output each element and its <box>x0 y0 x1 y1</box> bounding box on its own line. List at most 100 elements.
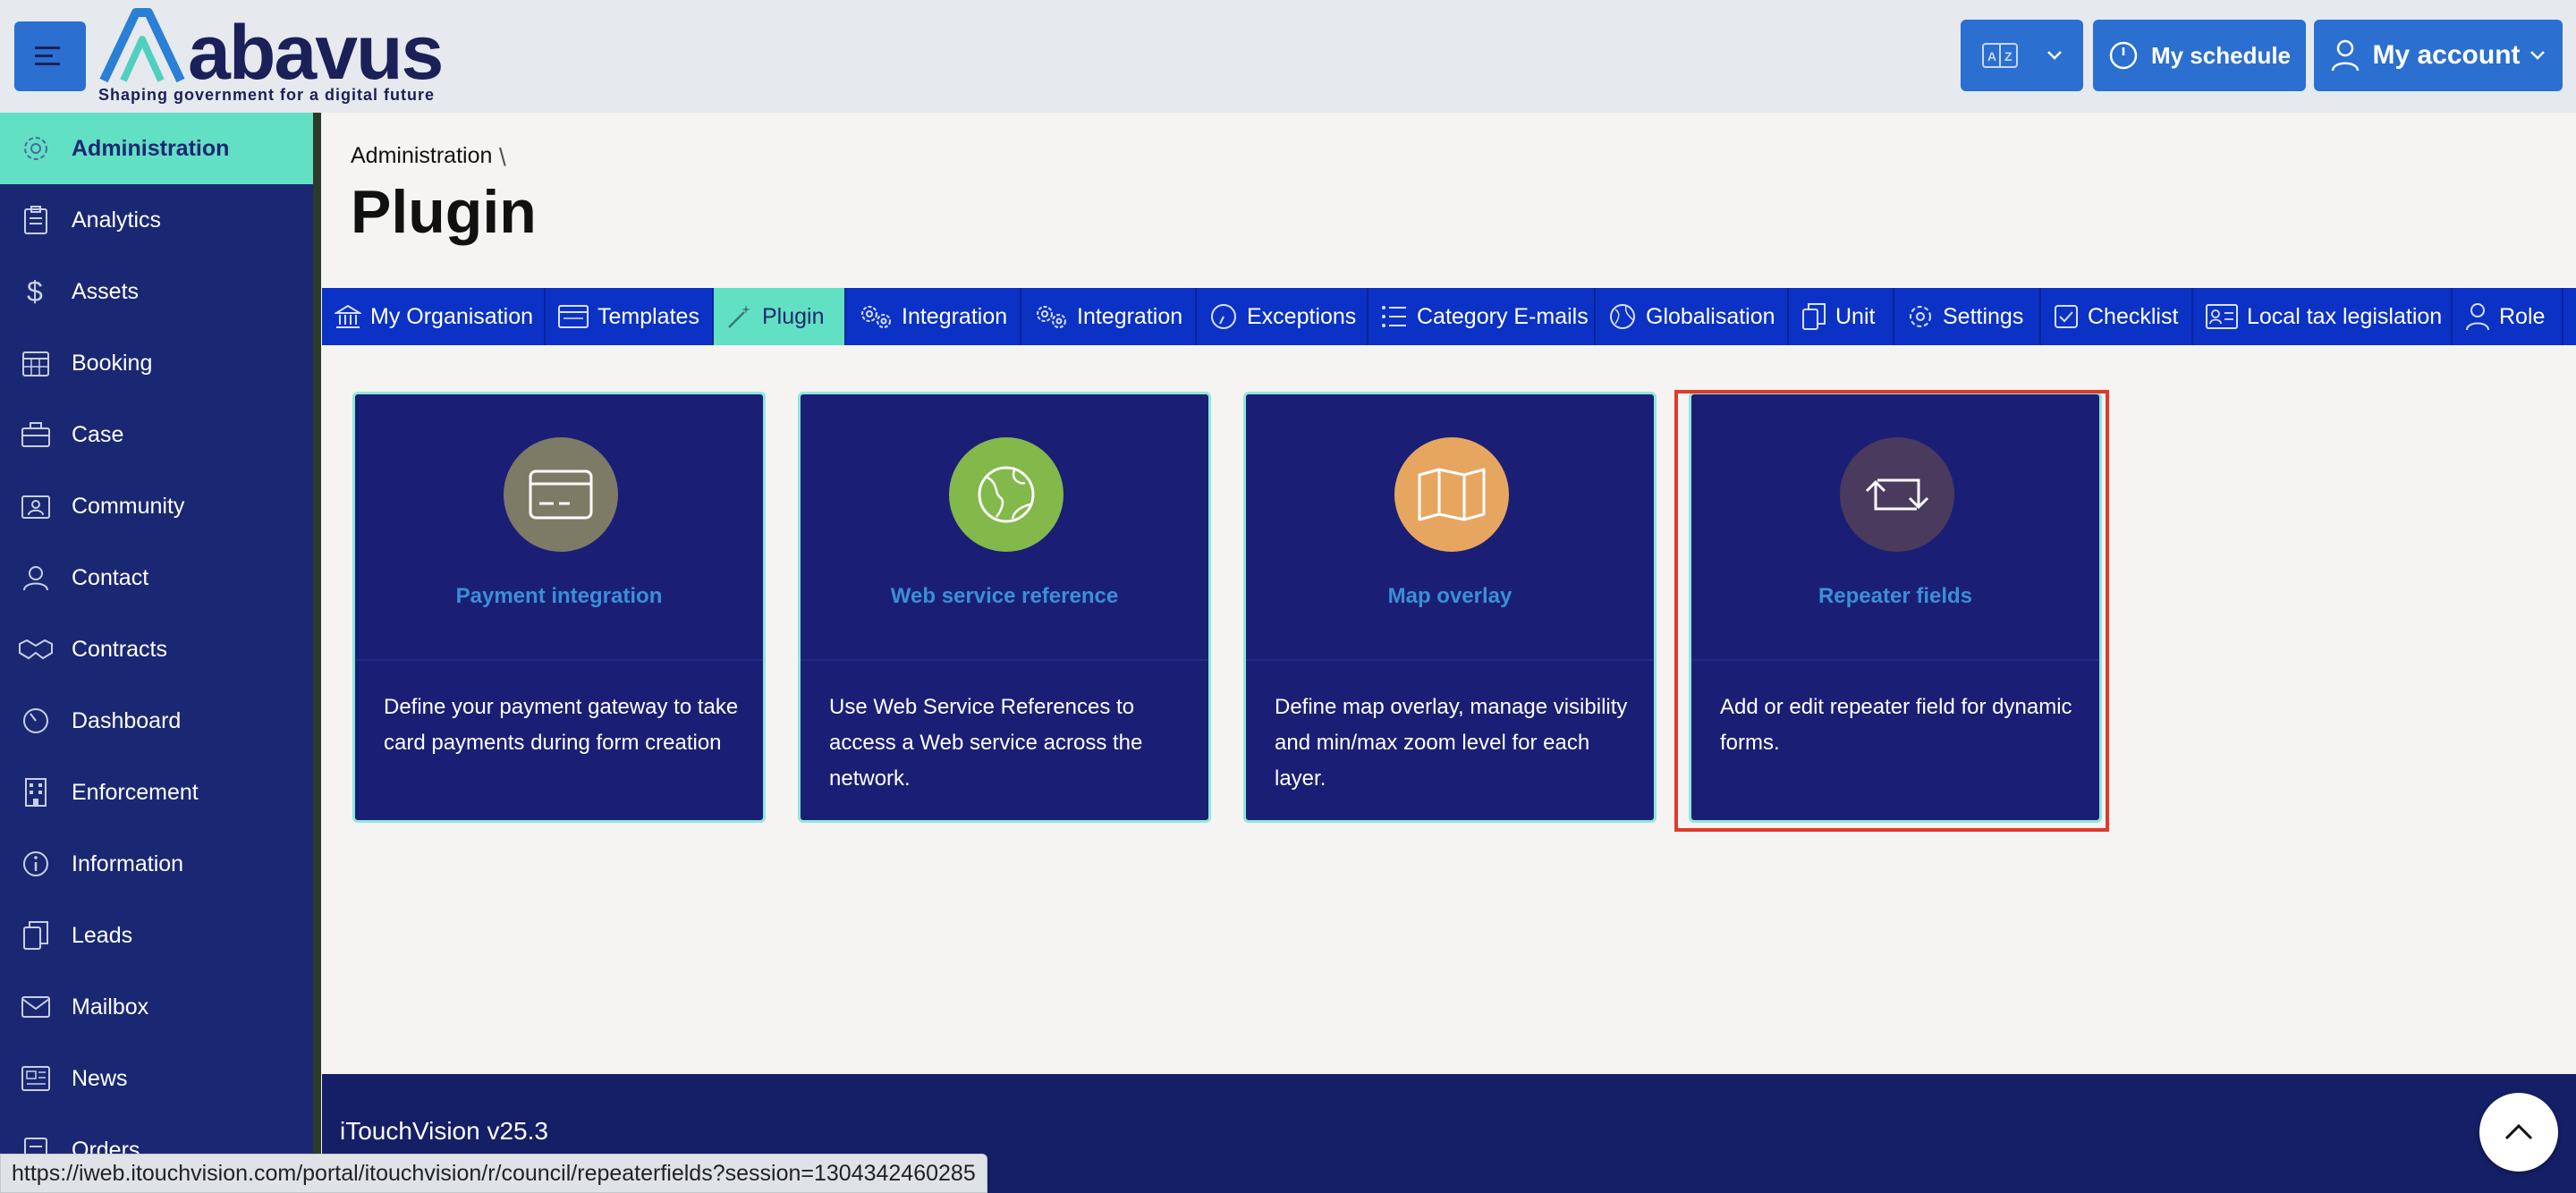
building-icon <box>25 778 47 807</box>
sidebar-item-enforcement[interactable]: Enforcement <box>0 757 313 828</box>
plugin-card-web-service-reference[interactable]: Web service reference Use Web Service Re… <box>798 392 1211 823</box>
tab-label: Role <box>2499 303 2546 329</box>
card-icon-circle <box>1394 437 1509 552</box>
sidebar-item-label: Mailbox <box>72 994 149 1020</box>
tab-local-tax-legislation[interactable]: Local tax legislation <box>2193 288 2453 345</box>
tab-integration-1[interactable]: Integration <box>846 288 1021 345</box>
card-title[interactable]: Map overlay <box>1246 584 1654 609</box>
abavus-logo[interactable]: abavus Shaping government for a digital … <box>97 4 472 109</box>
my-account-label: My account <box>2372 40 2521 70</box>
chevron-up-icon <box>2504 1123 2533 1140</box>
template-icon <box>558 305 589 328</box>
user-icon <box>2466 303 2489 331</box>
tab-plugin[interactable]: Plugin <box>714 288 846 345</box>
language-select-button[interactable]: AZ <box>1961 20 2083 91</box>
card-icon-circle <box>504 437 618 552</box>
sidebar-item-case[interactable]: Case <box>0 399 313 470</box>
sidebar-item-label: Contact <box>72 564 149 590</box>
calendar-icon <box>22 351 49 377</box>
globe-icon <box>978 466 1035 523</box>
gear-icon <box>1910 306 1931 327</box>
mail-icon <box>21 996 50 1018</box>
tab-label: Plugin <box>762 303 825 329</box>
sidebar-item-assets[interactable]: $ Assets <box>0 256 313 327</box>
gauge-icon <box>23 708 48 733</box>
list-icon <box>1382 306 1406 327</box>
gears-icon <box>861 306 891 328</box>
map-icon <box>1418 468 1486 521</box>
scroll-to-top-button[interactable] <box>2479 1093 2558 1172</box>
svg-text:$: $ <box>27 276 43 307</box>
tab-label: Local tax legislation <box>2247 303 2443 329</box>
card-divider <box>355 659 763 661</box>
sidebar-item-news[interactable]: News <box>0 1043 313 1114</box>
sidebar-item-label: Enforcement <box>72 779 199 805</box>
card-title[interactable]: Payment integration <box>355 584 763 609</box>
chevron-down-icon <box>2529 51 2545 60</box>
sidebar-scrollbar[interactable] <box>313 113 321 1193</box>
tab-my-organisation[interactable]: My Organisation <box>322 288 546 345</box>
tab-category-emails[interactable]: Category E-mails <box>1368 288 1596 345</box>
menu-toggle-button[interactable] <box>14 21 86 91</box>
tab-integration-2[interactable]: Integration <box>1021 288 1197 345</box>
tab-role[interactable]: Role <box>2453 288 2563 345</box>
sidebar-item-community[interactable]: Community <box>0 470 313 542</box>
card-description: Define your payment gateway to take card… <box>384 695 739 755</box>
user-icon <box>2332 39 2360 72</box>
tab-templates[interactable]: Templates <box>546 288 714 345</box>
card-description: Use Web Service References to access a W… <box>829 695 1143 791</box>
link-status-bar: https://iweb.itouchvision.com/portal/ito… <box>0 1154 987 1193</box>
sidebar-item-label: Analytics <box>72 207 162 233</box>
breadcrumb-separator: \ <box>499 143 506 171</box>
footer-version: iTouchVision v25.3 <box>340 1117 548 1145</box>
tab-label: Settings <box>1943 303 2024 329</box>
sidebar-item-leads[interactable]: Leads <box>0 900 313 971</box>
gears-icon <box>1037 306 1066 328</box>
sidebar-item-contracts[interactable]: Contracts <box>0 613 313 685</box>
breadcrumb-root[interactable]: Administration <box>351 143 492 168</box>
clipboard-icon <box>1802 303 1826 330</box>
breadcrumb[interactable]: Administration <box>351 143 492 169</box>
card-icon-circle <box>949 437 1063 552</box>
sidebar-item-booking[interactable]: Booking <box>0 327 313 399</box>
sidebar-item-administration[interactable]: Administration <box>0 113 313 184</box>
tab-globalisation[interactable]: Globalisation <box>1596 288 1789 345</box>
top-header: abavus Shaping government for a digital … <box>0 0 2576 113</box>
sidebar-item-analytics[interactable]: Analytics <box>0 184 313 256</box>
tab-label: Unit <box>1835 303 1876 329</box>
tab-label: Templates <box>597 303 699 329</box>
translate-icon: AZ <box>1981 43 2018 68</box>
my-account-button[interactable]: My account <box>2314 20 2563 91</box>
tab-unit[interactable]: Unit <box>1789 288 1894 345</box>
sidebar-item-contact[interactable]: Contact <box>0 542 313 613</box>
gear-icon <box>24 137 47 160</box>
sidebar-item-label: Contracts <box>72 636 167 662</box>
handshake-icon <box>19 639 53 660</box>
sidebar-item-information[interactable]: Information <box>0 828 313 900</box>
contact-icon <box>23 566 48 591</box>
checkbox-icon <box>2055 305 2078 328</box>
clipboard-icon <box>24 206 47 234</box>
sidebar-item-label: Assets <box>72 278 140 304</box>
sidebar-item-dashboard[interactable]: Dashboard <box>0 685 313 757</box>
plugin-card-map-overlay[interactable]: Map overlay Define map overlay, manage v… <box>1243 392 1657 823</box>
tab-label: My Organisation <box>370 303 534 329</box>
chevron-down-icon <box>2046 51 2062 60</box>
tab-exceptions[interactable]: Exceptions <box>1197 288 1368 345</box>
credit-card-icon <box>529 470 593 520</box>
id-card-icon <box>2206 304 2238 329</box>
tab-label: Globalisation <box>1646 303 1775 329</box>
sidebar-item-mailbox[interactable]: Mailbox <box>0 971 313 1043</box>
plugin-card-payment-integration[interactable]: Payment integration Define your payment … <box>352 392 766 823</box>
my-schedule-button[interactable]: My schedule <box>2093 20 2306 91</box>
card-divider <box>1246 659 1654 661</box>
sidebar-item-label: Community <box>72 493 185 519</box>
tab-checklist[interactable]: Checklist <box>2041 288 2193 345</box>
info-icon <box>23 851 48 876</box>
tab-settings[interactable]: Settings <box>1894 288 2041 345</box>
svg-text:Z: Z <box>2004 49 2012 63</box>
card-title[interactable]: Web service reference <box>801 584 1208 609</box>
magic-wand-icon <box>728 305 750 328</box>
tab-label: Checklist <box>2088 303 2179 329</box>
dollar-icon: $ <box>27 276 43 307</box>
